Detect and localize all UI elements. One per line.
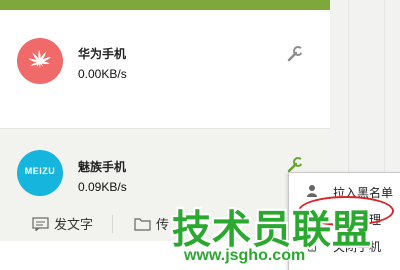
device-name: 华为手机 xyxy=(78,47,127,61)
folder-icon xyxy=(134,217,151,231)
watermark-url: www.jsgho.com xyxy=(184,247,306,264)
watermark: 技术员联盟 www.jsgho.com xyxy=(166,199,400,269)
meizu-logo-icon: MEIZU xyxy=(17,150,63,196)
wrench-icon[interactable] xyxy=(286,45,306,63)
header-bar xyxy=(0,0,330,10)
message-icon xyxy=(32,216,49,232)
device-speed: 0.00KB/s xyxy=(78,67,127,81)
device-speed: 0.09KB/s xyxy=(78,180,127,194)
send-text-button[interactable]: 发文字 xyxy=(32,214,93,233)
send-text-label: 发文字 xyxy=(54,217,94,232)
transfer-button[interactable]: 传 xyxy=(134,214,169,233)
toolbar-divider xyxy=(112,215,113,233)
device-name: 魅族手机 xyxy=(78,160,127,174)
huawei-logo-icon xyxy=(17,38,63,84)
person-icon xyxy=(306,184,318,198)
